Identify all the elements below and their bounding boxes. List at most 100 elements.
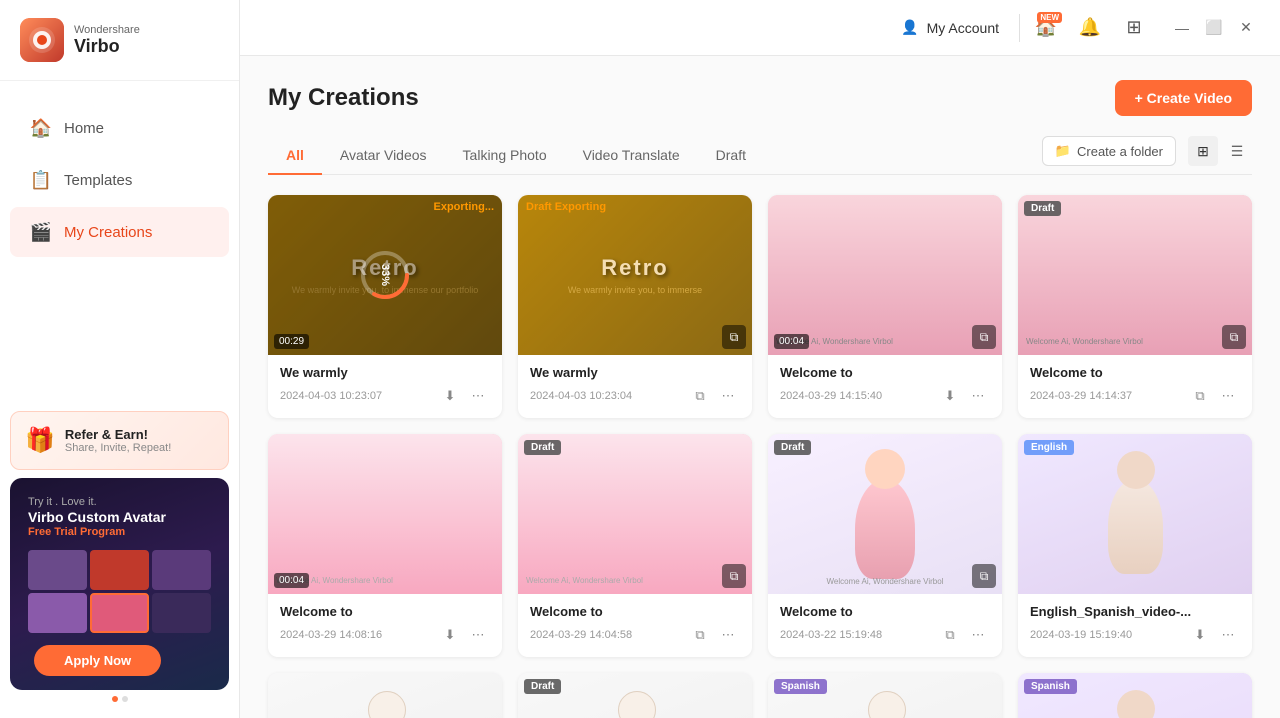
main-content: 👤 My Account 🏠 NEW 🔔 ⊞ — ⬜ ✕ My Creation… [240,0,1280,718]
video-actions-v3: ⬇ ⋯ [938,384,990,408]
account-icon: 👤 [901,19,918,36]
copy-button-v7[interactable]: ⧉ [938,623,962,647]
video-thumb-v6: Welcome Ai, Wondershare Virbol Draft ⧉ [518,434,752,594]
sidebar-item-my-creations[interactable]: 🎬 My Creations [10,207,229,257]
video-title-v6: Welcome to [530,604,740,619]
copy-button-v2[interactable]: ⧉ [688,384,712,408]
video-info-v3: Welcome to 2024-03-29 14:15:40 ⬇ ⋯ [768,355,1002,418]
sidebar-item-templates-label: Templates [64,172,132,189]
logo-text: Wondershare Virbo [74,24,140,57]
minimize-button[interactable]: — [1168,14,1196,42]
sidebar-item-templates[interactable]: 📋 Templates [10,155,229,205]
tab-all[interactable]: All [268,137,322,175]
copy-button-v6[interactable]: ⧉ [688,623,712,647]
video-info-v8: English_Spanish_video-... 2024-03-19 15:… [1018,594,1252,657]
list-view-button[interactable]: ☰ [1222,136,1252,166]
video-meta-v5: 2024-03-29 14:08:16 ⬇ ⋯ [280,623,490,647]
video-actions-v6: ⧉ ⋯ [688,623,740,647]
promo-offer: Free Trial Program [28,526,211,538]
copy-icon-v7: ⧉ [972,564,996,588]
download-button-v8[interactable]: ⬇ [1188,623,1212,647]
video-card-v12[interactable]: Spanish Spanish video-translate ⬇ ⋯ [1018,673,1252,718]
video-date-v8: 2024-03-19 15:19:40 [1030,629,1132,641]
video-info-v5: Welcome to 2024-03-29 14:08:16 ⬇ ⋯ [268,594,502,657]
tab-avatar-videos[interactable]: Avatar Videos [322,137,445,175]
account-label: My Account [927,20,999,36]
video-title-v4: Welcome to [1030,365,1240,380]
video-card-v8[interactable]: English English_Spanish_video-... 2024-0… [1018,434,1252,657]
restore-button[interactable]: ⬜ [1200,14,1228,42]
video-card-v2[interactable]: Retro We warmly invite you, to immerse D… [518,195,752,418]
more-button-v2[interactable]: ⋯ [716,384,740,408]
video-info-v6: Welcome to 2024-03-29 14:04:58 ⧉ ⋯ [518,594,752,657]
video-card-v4[interactable]: Welcome Ai, Wondershare Virbol Draft ⧉ W… [1018,195,1252,418]
video-card-v3[interactable]: Welcome Ai, Wondershare Virbol 00:04 ⧉ W… [768,195,1002,418]
video-date-v6: 2024-03-29 14:04:58 [530,629,632,641]
sidebar-item-my-creations-label: My Creations [64,224,152,241]
content-header: My Creations + Create Video [268,80,1252,116]
video-thumb-v3: Welcome Ai, Wondershare Virbol 00:04 ⧉ [768,195,1002,355]
create-video-button[interactable]: + Create Video [1115,80,1252,116]
video-card-v11[interactable]: Spanish Spanish video-translate ⬇ ⋯ [768,673,1002,718]
promo-product: Virbo Custom Avatar [28,508,211,526]
tab-talking-photo[interactable]: Talking Photo [445,137,565,175]
video-date-v2: 2024-04-03 10:23:04 [530,390,632,402]
video-card-v9[interactable]: Wondershare Virbo 00:35 Wondershar ⬇ ⋯ [268,673,502,718]
grid-icon[interactable]: ⊞ [1116,10,1152,46]
sidebar: Wondershare Virbo 🏠 Home 📋 Templates 🎬 M… [0,0,240,718]
duration-badge: 00:29 [274,334,309,349]
promo-refer-card[interactable]: 🎁 Refer & Earn! Share, Invite, Repeat! [10,411,229,470]
video-card-v7[interactable]: Welcome Ai, Wondershare Virbol Draft ⧉ W… [768,434,1002,657]
promo-dots [10,690,229,708]
grid-view-button[interactable]: ⊞ [1188,136,1218,166]
tab-video-translate[interactable]: Video Translate [565,137,698,175]
draft-badge-v7: Draft [774,440,811,455]
copy-icon-v4: ⧉ [1222,325,1246,349]
video-card-v6[interactable]: Welcome Ai, Wondershare Virbol Draft ⧉ W… [518,434,752,657]
apply-now-button[interactable]: Apply Now [34,645,161,676]
video-actions-v4: ⧉ ⋯ [1188,384,1240,408]
tabs-actions: 📁 Create a folder ⊞ ☰ [1042,136,1252,174]
more-button-v1[interactable]: ⋯ [466,384,490,408]
more-button-v5[interactable]: ⋯ [466,623,490,647]
download-button-v1[interactable]: ⬇ [438,384,462,408]
tab-draft[interactable]: Draft [698,137,764,175]
video-card-v5[interactable]: Welcome Ai, Wondershare Virbol 00:04 Wel… [268,434,502,657]
draft-badge-v4: Draft [1024,201,1061,216]
download-button-v5[interactable]: ⬇ [438,623,462,647]
video-meta-v4: 2024-03-29 14:14:37 ⧉ ⋯ [1030,384,1240,408]
home-topbar-icon[interactable]: 🏠 NEW [1028,10,1064,46]
create-folder-button[interactable]: 📁 Create a folder [1042,136,1176,166]
promo-avatar-card: Try it . Love it. Virbo Custom Avatar Fr… [10,478,229,690]
copy-button-v4[interactable]: ⧉ [1188,384,1212,408]
video-card-v1[interactable]: Retro We warmly invite you, to immense o… [268,195,502,418]
video-card-v10[interactable]: Wondershare Virbo Draft ⧉ Wondershar ⧉ ⋯ [518,673,752,718]
video-thumb-v1: Retro We warmly invite you, to immense o… [268,195,502,355]
download-button-v3[interactable]: ⬇ [938,384,962,408]
templates-icon: 📋 [30,169,52,191]
progress-circle: 33% [358,248,412,302]
copy-icon-v6: ⧉ [722,564,746,588]
more-button-v3[interactable]: ⋯ [966,384,990,408]
dot-2 [122,696,128,702]
more-button-v7[interactable]: ⋯ [966,623,990,647]
more-button-v6[interactable]: ⋯ [716,623,740,647]
refer-subtitle: Share, Invite, Repeat! [65,442,171,454]
sidebar-item-home-label: Home [64,120,104,137]
draft-badge-v10: Draft [524,679,561,694]
account-button[interactable]: 👤 My Account [889,13,1011,42]
video-thumb-v11: Spanish [768,673,1002,718]
logo-brand: Wondershare [74,24,140,36]
notification-icon[interactable]: 🔔 [1072,10,1108,46]
close-button[interactable]: ✕ [1232,14,1260,42]
video-date-v5: 2024-03-29 14:08:16 [280,629,382,641]
more-button-v4[interactable]: ⋯ [1216,384,1240,408]
english-badge-v8: English [1024,440,1074,455]
sidebar-item-home[interactable]: 🏠 Home [10,103,229,153]
videos-grid: Retro We warmly invite you, to immense o… [268,195,1252,718]
create-folder-label: Create a folder [1077,144,1163,159]
video-thumb-v2: Retro We warmly invite you, to immerse D… [518,195,752,355]
more-button-v8[interactable]: ⋯ [1216,623,1240,647]
refer-title: Refer & Earn! [65,427,171,442]
video-actions-v8: ⬇ ⋯ [1188,623,1240,647]
